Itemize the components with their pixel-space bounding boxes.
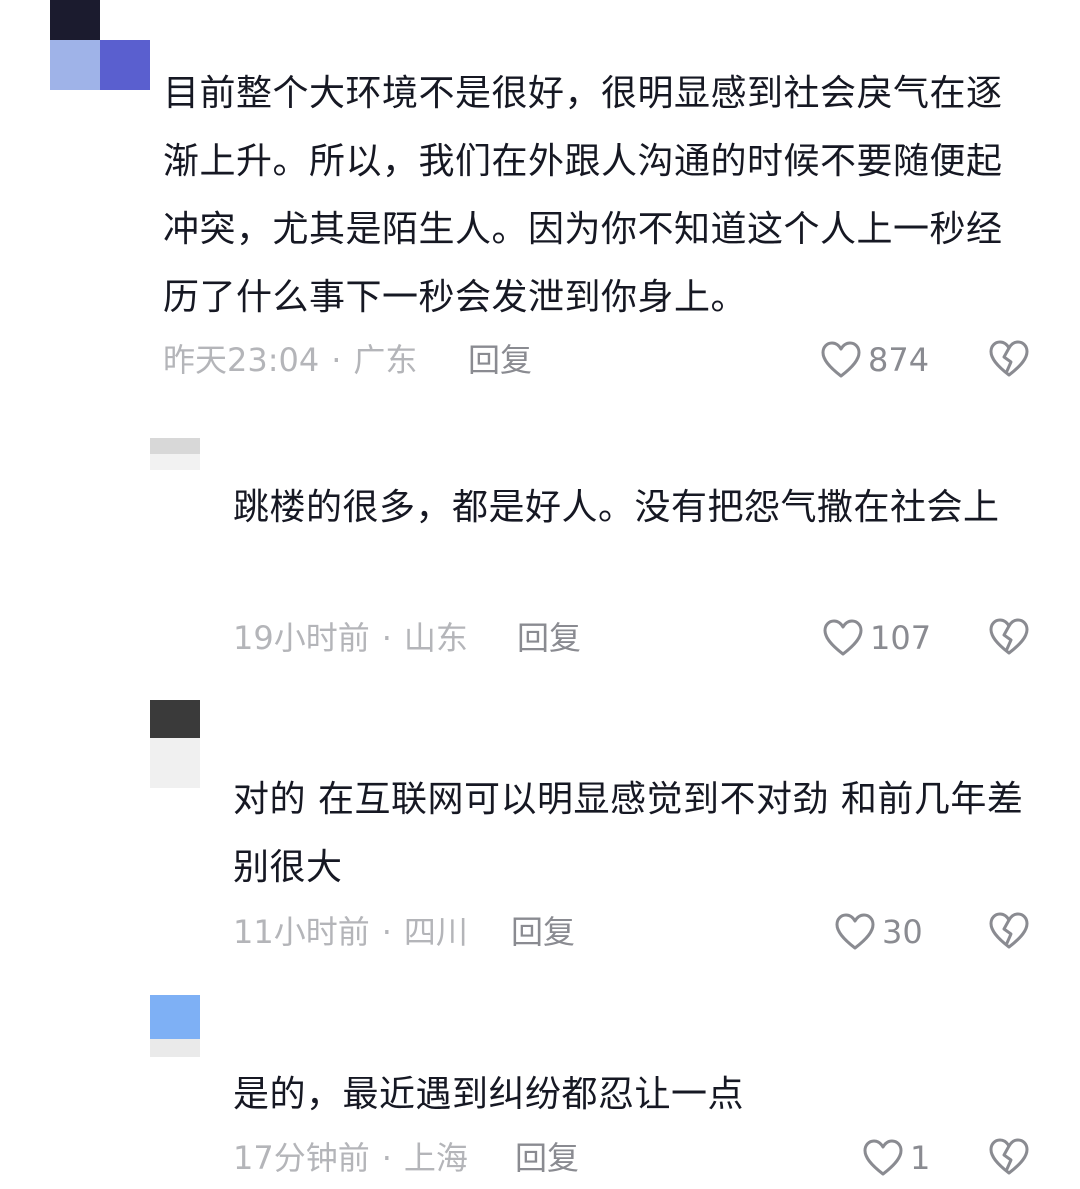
dislike-button[interactable]	[988, 338, 1032, 382]
comment-text: 对的 在互联网可以明显感觉到不对劲 和前几年差别很大	[233, 779, 1024, 888]
dislike-button[interactable]	[988, 616, 1032, 660]
reply-button[interactable]: 回复	[517, 618, 581, 658]
comment-text: 是的，最近遇到纠纷都忍让一点	[233, 1074, 745, 1115]
reply-comment-item: 对的 在互联网可以明显感觉到不对劲 和前几年差别很大 11小时前 · 四川 回复 3…	[0, 700, 1080, 980]
comment-location: 四川	[403, 913, 468, 951]
comment-location: 上海	[403, 1139, 468, 1177]
broken-heart-icon	[988, 616, 1032, 658]
comment-text: 目前整个大环境不是很好，很明显感到社会戾气在逐渐上升。所以，我们在外跟人沟通的时…	[163, 73, 1003, 318]
dislike-button[interactable]	[988, 1136, 1032, 1180]
comment-time: 昨天23:04	[163, 341, 320, 379]
heart-outline-icon	[834, 912, 876, 952]
comment-meta: 17分钟前 · 上海	[233, 1138, 468, 1178]
like-button[interactable]: 107	[822, 616, 931, 660]
like-count: 30	[882, 913, 923, 951]
heart-outline-icon	[862, 1138, 904, 1178]
like-count: 1	[910, 1139, 931, 1177]
heart-outline-icon	[822, 618, 864, 658]
comment-time: 11小时前	[233, 913, 370, 951]
dislike-button[interactable]	[988, 910, 1032, 954]
avatar-block	[100, 40, 150, 90]
like-count: 874	[868, 341, 930, 379]
avatar[interactable]	[150, 995, 200, 1057]
like-button[interactable]: 1	[862, 1136, 930, 1180]
avatar-block	[150, 438, 200, 454]
comment-location: 广东	[353, 341, 418, 379]
broken-heart-icon	[988, 1136, 1032, 1178]
avatar-block	[150, 995, 200, 1039]
reply-comment-item: 跳楼的很多，都是好人。没有把怨气撒在社会上 19小时前 · 山东 回复 107	[0, 430, 1080, 690]
reply-comment-item: 是的，最近遇到纠纷都忍让一点 17分钟前 · 上海 回复 1	[0, 995, 1080, 1189]
meta-separator: ·	[381, 913, 392, 951]
like-button[interactable]: 30	[834, 910, 923, 954]
broken-heart-icon	[988, 910, 1032, 952]
meta-separator: ·	[331, 341, 342, 379]
comment-meta: 19小时前 · 山东	[233, 618, 468, 658]
broken-heart-icon	[988, 338, 1032, 380]
reply-button[interactable]: 回复	[515, 1138, 579, 1178]
avatar-block	[150, 454, 200, 470]
meta-separator: ·	[381, 1139, 392, 1177]
avatar-block	[150, 738, 200, 788]
comment-time: 17分钟前	[233, 1139, 370, 1177]
avatar[interactable]	[150, 700, 200, 788]
avatar-block	[150, 1039, 200, 1057]
avatar-block	[100, 0, 150, 40]
comment-meta: 昨天23:04 · 广东	[163, 340, 417, 380]
like-count: 107	[870, 619, 932, 657]
comment-meta: 11小时前 · 四川	[233, 912, 468, 952]
comment-item: 目前整个大环境不是很好，很明显感到社会戾气在逐渐上升。所以，我们在外跟人沟通的时…	[0, 0, 1080, 400]
avatar[interactable]	[150, 438, 200, 470]
avatar-block	[50, 0, 100, 40]
like-button[interactable]: 874	[820, 338, 929, 382]
comment-text: 跳楼的很多，都是好人。没有把怨气撒在社会上	[233, 487, 1000, 528]
avatar-block	[50, 40, 100, 90]
avatar[interactable]	[50, 0, 150, 90]
reply-button[interactable]: 回复	[468, 340, 532, 380]
avatar-block	[150, 700, 200, 738]
comment-location: 山东	[403, 619, 468, 657]
meta-separator: ·	[381, 619, 392, 657]
reply-button[interactable]: 回复	[511, 912, 575, 952]
heart-outline-icon	[820, 340, 862, 380]
comment-time: 19小时前	[233, 619, 370, 657]
